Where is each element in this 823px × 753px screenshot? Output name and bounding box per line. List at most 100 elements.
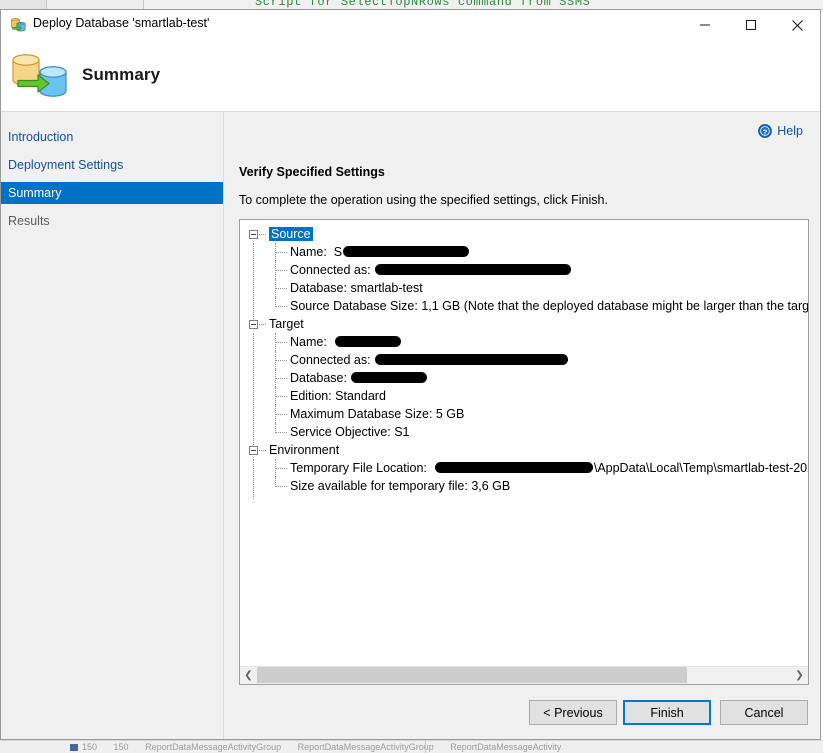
tree-row-source-size: Source Database Size: 1,1 GB (Note that … — [245, 297, 808, 315]
minimize-icon — [699, 19, 711, 31]
tree-connector — [275, 297, 287, 307]
maximize-icon — [745, 19, 757, 31]
target-name-label: Name: — [290, 335, 327, 349]
tree-row-target-edition: Edition: Standard — [245, 387, 808, 405]
deploy-database-dialog: Deploy Database 'smartlab-test' — [0, 9, 821, 740]
tree-row-source-name: Name: S — [245, 243, 808, 261]
tree-connector — [275, 369, 277, 387]
scroll-right-arrow-icon[interactable]: ❯ — [791, 667, 808, 683]
host-swatch-icon — [70, 744, 78, 751]
summary-tree: Source Name: S Connected as: — [240, 220, 808, 667]
tree-row-target-connected-as: Connected as: — [245, 351, 808, 369]
verify-settings-heading: Verify Specified Settings — [239, 165, 385, 179]
host-tab-stub-2 — [47, 0, 144, 9]
host-cell: 150 — [70, 742, 97, 752]
host-cell: ReportDataMessageActivityGroup — [298, 742, 434, 752]
maximize-button[interactable] — [728, 10, 774, 40]
sidebar-item-introduction[interactable]: Introduction — [1, 126, 223, 148]
tree-row-target-database: Database: — [245, 369, 808, 387]
redacted-source-name — [343, 246, 469, 257]
redacted-target-connection — [375, 354, 568, 365]
temp-size-available: Size available for temporary file: 3,6 G… — [290, 479, 510, 493]
verify-settings-subheading: To complete the operation using the spec… — [239, 193, 608, 207]
redacted-target-name — [335, 336, 401, 347]
tree-row-temp-size-available: Size available for temporary file: 3,6 G… — [245, 477, 808, 495]
tree-connector — [275, 405, 277, 423]
minimize-button[interactable] — [682, 10, 728, 40]
sidebar-item-deployment-settings[interactable]: Deployment Settings — [1, 154, 223, 176]
tree-connector — [275, 243, 277, 261]
tree-connector — [259, 324, 266, 326]
host-pane-divider — [425, 741, 426, 753]
help-link[interactable]: ? Help — [758, 122, 803, 140]
sidebar-item-summary[interactable]: Summary — [1, 182, 223, 204]
target-max-database-size: Maximum Database Size: 5 GB — [290, 407, 464, 421]
cancel-button[interactable]: Cancel — [720, 700, 808, 725]
dialog-body: Introduction Deployment Settings Summary… — [1, 112, 820, 739]
help-label: Help — [777, 124, 803, 138]
source-database-size: Source Database Size: 1,1 GB (Note that … — [290, 299, 808, 313]
dialog-header: Summary — [1, 40, 820, 112]
host-query-text: Script for SelectTopNRows command from S… — [255, 0, 590, 9]
sidebar-item-results: Results — [1, 210, 223, 232]
wizard-nav-sidebar: Introduction Deployment Settings Summary… — [1, 112, 224, 739]
deploy-database-icon — [10, 17, 27, 33]
wizard-content-pane: ? Help Verify Specified Settings To comp… — [224, 112, 820, 739]
tree-node-environment[interactable]: Environment — [245, 441, 808, 459]
close-button[interactable] — [774, 10, 820, 40]
tree-row-source-database: Database: smartlab-test — [245, 279, 808, 297]
scrollbar-thumb[interactable] — [257, 667, 687, 683]
source-connected-label: Connected as: — [290, 263, 371, 277]
summary-tree-panel: Source Name: S Connected as: — [239, 219, 809, 685]
collapse-icon[interactable] — [249, 320, 258, 329]
tree-node-target[interactable]: Target — [245, 315, 808, 333]
tree-connector — [259, 450, 266, 452]
source-database: Database: smartlab-test — [290, 281, 423, 295]
tree-connector — [275, 279, 277, 297]
svg-text:?: ? — [763, 127, 768, 136]
title-bar: Deploy Database 'smartlab-test' — [1, 10, 820, 40]
scrollbar-track[interactable] — [257, 667, 791, 683]
tree-node-source[interactable]: Source — [245, 225, 808, 243]
database-migration-icon — [9, 51, 71, 99]
source-name-label: Name: — [290, 245, 327, 259]
host-cell: 150 — [114, 742, 129, 752]
tree-row-target-service-objective: Service Objective: S1 — [245, 423, 808, 441]
window-title: Deploy Database 'smartlab-test' — [33, 16, 209, 30]
tree-connector — [275, 459, 277, 477]
target-connected-label: Connected as: — [290, 353, 371, 367]
host-results-row: 150 150 ReportDataMessageActivityGroup R… — [70, 742, 575, 752]
tree-connector — [275, 333, 277, 351]
target-service-objective: Service Objective: S1 — [290, 425, 410, 439]
dialog-footer: < Previous Finish Cancel — [224, 689, 820, 739]
tree-row-source-connected-as: Connected as: — [245, 261, 808, 279]
tree-horizontal-scrollbar[interactable]: ❮ ❯ — [240, 666, 808, 684]
host-tab-stub-1 — [0, 0, 47, 9]
finish-button[interactable]: Finish — [623, 700, 711, 725]
help-circle-icon: ? — [758, 124, 772, 138]
tree-row-temp-file-location: Temporary File Location: \AppData\Local\… — [245, 459, 808, 477]
collapse-icon[interactable] — [249, 230, 258, 239]
temp-file-location-tail: \AppData\Local\Temp\smartlab-test-20210 — [594, 461, 808, 475]
temp-file-location-label: Temporary File Location: — [290, 461, 427, 475]
target-database-label: Database: — [290, 371, 347, 385]
tree-connector — [275, 423, 287, 433]
redacted-temp-path — [435, 462, 593, 473]
tree-connector — [275, 477, 287, 487]
tree-node-label: Target — [269, 317, 304, 331]
collapse-icon[interactable] — [249, 446, 258, 455]
redacted-source-connection — [375, 264, 571, 275]
previous-button[interactable]: < Previous — [529, 700, 617, 725]
host-cell: ReportDataMessageActivity — [450, 742, 561, 752]
tree-connector — [275, 351, 277, 369]
tree-node-label: Source — [269, 227, 313, 241]
close-icon — [791, 19, 804, 32]
tree-node-label: Environment — [269, 443, 339, 457]
redacted-target-database — [351, 372, 427, 383]
tree-connector — [275, 261, 277, 279]
tree-row-target-max-size: Maximum Database Size: 5 GB — [245, 405, 808, 423]
host-app-bottom-strip: 150 150 ReportDataMessageActivityGroup R… — [0, 740, 823, 753]
host-cell: ReportDataMessageActivityGroup — [145, 742, 281, 752]
scroll-left-arrow-icon[interactable]: ❮ — [240, 667, 257, 683]
page-title: Summary — [82, 65, 160, 85]
